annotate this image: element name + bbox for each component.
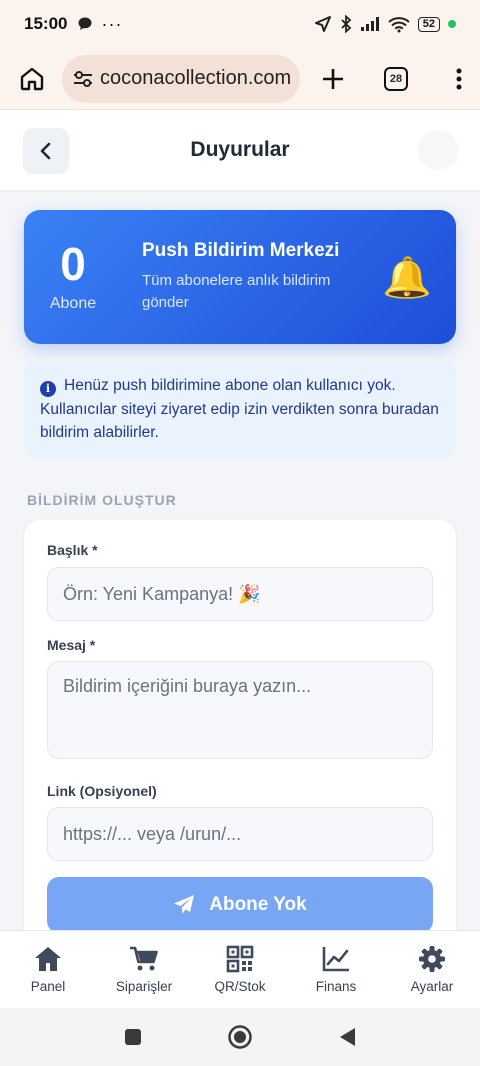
link-input-placeholder: https://... veya /urun/... <box>63 823 242 844</box>
hero-title: Push Bildirim Merkezi <box>142 240 340 261</box>
page-title: Duyurular <box>190 138 290 161</box>
back-button[interactable] <box>23 128 69 174</box>
notification-form: Başlık * Örn: Yeni Kampanya! 🎉 Mesaj * B… <box>24 520 456 960</box>
active-indicator-dot <box>448 20 456 28</box>
qr-icon <box>226 945 254 973</box>
nav-item-qr-stock[interactable]: QR/Stok <box>192 931 288 1008</box>
message-field-label: Mesaj * <box>47 637 96 653</box>
bell-icon: 🔔 <box>382 255 432 300</box>
gear-icon <box>419 946 445 972</box>
home-icon <box>35 947 61 971</box>
url-text: coconacollection.com <box>100 67 292 89</box>
info-text: Henüz push bildirimine abone olan kullan… <box>40 377 439 441</box>
status-bar: 15:00 ··· 52 <box>0 0 480 48</box>
home-circle-icon[interactable] <box>227 1024 253 1050</box>
more-menu-icon[interactable] <box>454 67 464 91</box>
chat-bubble-icon <box>78 17 92 30</box>
back-triangle-icon[interactable] <box>337 1026 357 1048</box>
title-field-label: Başlık * <box>47 542 98 558</box>
app-header: Duyurular <box>0 110 480 190</box>
title-input-placeholder: Örn: Yeni Kampanya! 🎉 <box>63 583 261 604</box>
system-navigation-bar <box>0 1008 480 1066</box>
link-field-label: Link (Opsiyonel) <box>47 783 157 799</box>
signal-icon <box>360 17 379 31</box>
nav-label: Finans <box>315 979 357 994</box>
wifi-icon <box>388 16 410 32</box>
address-bar[interactable]: coconacollection.com <box>62 54 300 103</box>
status-time: 15:00 <box>24 14 68 33</box>
message-textarea[interactable]: Bildirim içeriğini buraya yazın... <box>47 661 433 759</box>
recent-apps-icon[interactable] <box>123 1027 143 1047</box>
nav-item-panel[interactable]: Panel <box>0 931 96 1008</box>
nav-label: Panel <box>30 979 66 994</box>
more-notifications-icon: ··· <box>101 13 123 34</box>
nav-label: Siparişler <box>115 979 173 994</box>
new-tab-icon[interactable] <box>320 66 346 92</box>
send-notification-button[interactable]: Abone Yok <box>47 877 433 933</box>
send-button-label: Abone Yok <box>209 894 307 915</box>
bluetooth-icon <box>341 15 352 33</box>
browser-toolbar: coconacollection.com 28 <box>0 48 480 110</box>
subscriber-stat: 0 Abone <box>48 241 98 313</box>
section-title: BİLDİRİM OLUŞTUR <box>27 492 177 508</box>
subscriber-count: 0 <box>60 238 86 290</box>
chevron-left-icon <box>40 142 51 160</box>
cart-icon <box>130 946 158 971</box>
nav-item-settings[interactable]: Ayarlar <box>384 931 480 1008</box>
push-summary-card: 0 Abone Push Bildirim Merkezi Tüm abonel… <box>24 210 456 344</box>
location-arrow-icon <box>314 16 331 32</box>
tab-switcher-button[interactable]: 28 <box>384 66 408 91</box>
chart-line-icon <box>322 947 349 972</box>
subscriber-label: Abone <box>49 295 97 312</box>
title-input[interactable]: Örn: Yeni Kampanya! 🎉 <box>47 567 433 621</box>
home-icon[interactable] <box>18 65 46 93</box>
paper-plane-icon <box>174 895 195 914</box>
message-textarea-placeholder: Bildirim içeriğini buraya yazın... <box>63 676 312 696</box>
nav-item-finance[interactable]: Finans <box>288 931 384 1008</box>
bottom-navigation: Panel Siparişler QR/Stok Finans Ayarlar <box>0 930 480 1008</box>
hero-subtitle: Tüm abonelere anlık bildirim gönder <box>142 272 331 311</box>
nav-label: QR/Stok <box>214 979 266 994</box>
nav-label: Ayarlar <box>410 979 454 994</box>
link-input[interactable]: https://... veya /urun/... <box>47 807 433 861</box>
battery-level: 52 <box>417 16 440 32</box>
info-notice: i Henüz push bildirimine abone olan kulla… <box>24 362 456 458</box>
info-icon: i <box>40 380 56 397</box>
site-settings-icon[interactable] <box>72 69 94 89</box>
header-action-placeholder <box>418 130 458 170</box>
nav-item-orders[interactable]: Siparişler <box>96 931 192 1008</box>
